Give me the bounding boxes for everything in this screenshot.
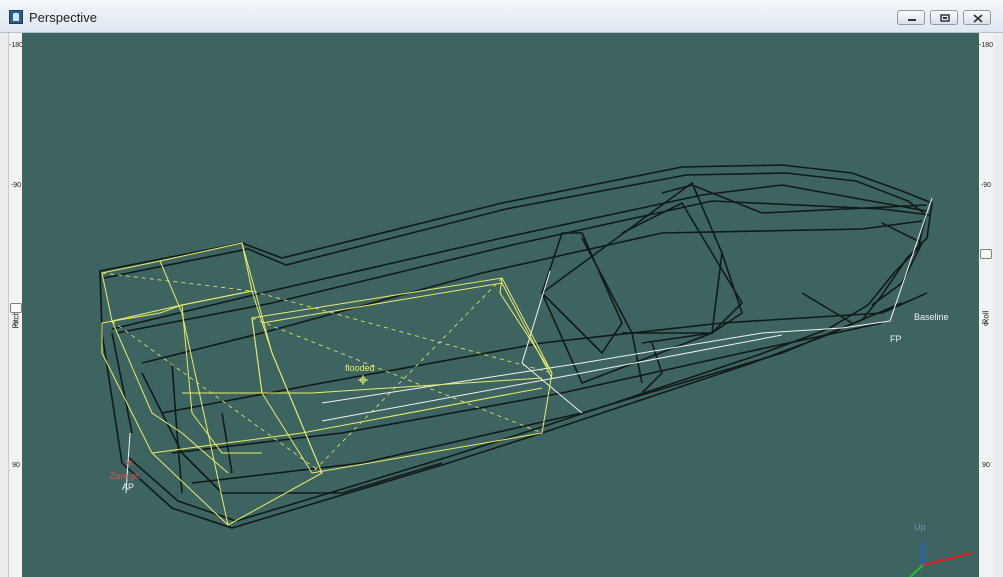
fp-label: FP bbox=[890, 334, 902, 344]
roll-tick: 90 bbox=[982, 462, 990, 469]
pitch-tick: -90 bbox=[10, 182, 22, 189]
pitch-ruler[interactable]: -180 -90 0 90 Pitch bbox=[8, 33, 23, 577]
window-border-left bbox=[0, 33, 8, 577]
pitch-slider-thumb[interactable] bbox=[10, 303, 22, 313]
minimize-button[interactable] bbox=[897, 10, 925, 25]
zero-pt-label: Zero pt. bbox=[110, 471, 142, 481]
restore-button[interactable] bbox=[930, 10, 958, 25]
zero-point-marker bbox=[125, 460, 133, 466]
roll-tick: -180 bbox=[979, 42, 994, 49]
up-label: Up bbox=[914, 522, 926, 532]
window-border-right bbox=[993, 33, 1003, 577]
app-icon bbox=[9, 10, 23, 24]
baseline-label: Baseline bbox=[914, 312, 949, 322]
title-bar[interactable]: Perspective bbox=[0, 0, 1003, 33]
restore-icon bbox=[940, 14, 950, 22]
close-icon bbox=[973, 14, 983, 23]
roll-axis-title: Roll bbox=[981, 310, 991, 325]
roll-ruler[interactable]: -180 -90 0 90 Roll bbox=[979, 33, 994, 577]
perspective-window: Perspective -180 -90 0 90 Pitch flooded … bbox=[0, 0, 1003, 577]
close-button[interactable] bbox=[963, 10, 991, 25]
hull-lines bbox=[99, 164, 933, 529]
boat-wireframe bbox=[99, 164, 973, 577]
flooded-label: flooded bbox=[345, 363, 375, 373]
pitch-tick: -180 bbox=[9, 42, 24, 49]
pitch-tick: 90 bbox=[12, 462, 20, 469]
window-title: Perspective bbox=[29, 10, 97, 25]
orientation-gizmo bbox=[909, 543, 973, 577]
ap-label: AP bbox=[122, 482, 135, 492]
roll-slider-thumb[interactable] bbox=[980, 249, 992, 259]
roll-tick: -90 bbox=[980, 182, 992, 189]
3d-viewport[interactable]: flooded Baseline FP Zero pt. AP Up bbox=[22, 33, 979, 577]
minimize-icon bbox=[908, 19, 916, 21]
flooded-compartment bbox=[101, 242, 553, 526]
